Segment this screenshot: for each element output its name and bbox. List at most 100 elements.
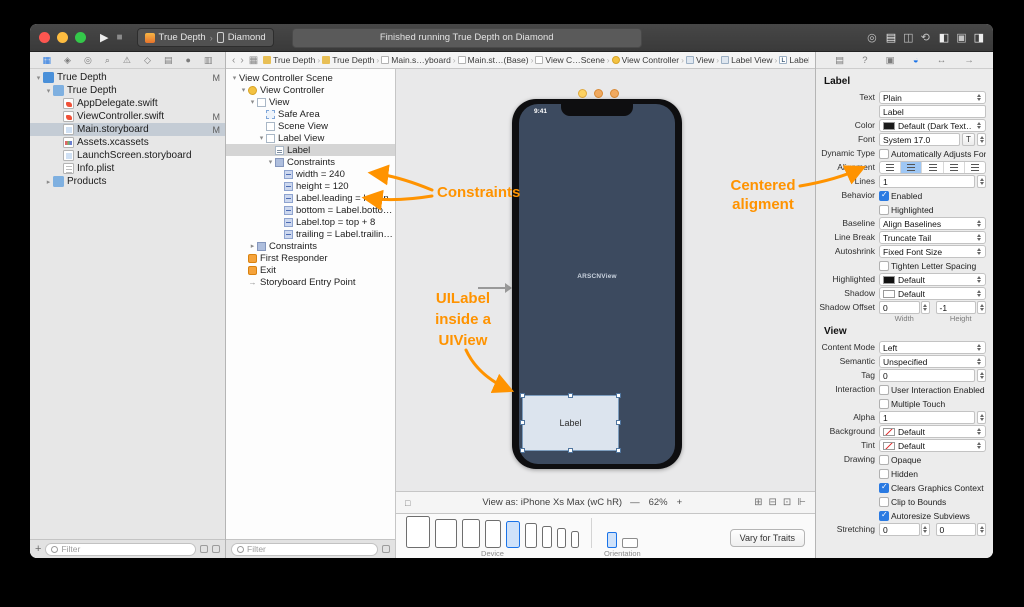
text-field[interactable]: 0 <box>879 369 975 382</box>
canvas-view[interactable]: 9:41 ARSCNView Label <box>396 69 815 491</box>
recent-files-filter-icon[interactable] <box>200 545 208 553</box>
close-window-button[interactable] <box>39 32 50 43</box>
outline-item[interactable]: ▾Constraints <box>226 156 395 168</box>
checkbox[interactable] <box>879 483 889 493</box>
view-as-label[interactable]: View as: iPhone Xs Max (wC hR) <box>482 497 622 508</box>
zoom-in-button[interactable]: + <box>677 497 683 508</box>
view-controller-dock-icon[interactable] <box>578 89 587 98</box>
scheme-selector[interactable]: True Depth › Diamond <box>137 28 274 47</box>
stepper-control[interactable] <box>977 523 986 536</box>
navigator-item[interactable]: ViewController.swiftM <box>30 110 225 123</box>
device-5-icon[interactable] <box>525 523 537 548</box>
navigator-filter-input[interactable]: Filter <box>45 543 196 556</box>
selection-handle[interactable] <box>568 448 573 453</box>
navigator-toggle-icon[interactable]: ◧ <box>939 31 949 44</box>
disclosure-triangle[interactable]: ▾ <box>44 87 53 95</box>
selection-handle[interactable] <box>520 448 525 453</box>
zoom-level[interactable]: 62% <box>649 497 668 508</box>
disclosure-triangle[interactable]: ▸ <box>248 242 257 250</box>
disclosure-triangle[interactable]: ▾ <box>239 86 248 94</box>
navigator-tab-icon[interactable]: ⚠ <box>123 55 131 66</box>
source-control-filter-icon[interactable] <box>212 545 220 553</box>
related-items-icon[interactable]: ▦ <box>249 55 258 66</box>
add-button[interactable]: + <box>35 544 41 554</box>
disclosure-triangle[interactable]: ▾ <box>266 158 275 166</box>
minimize-window-button[interactable] <box>57 32 68 43</box>
selection-handle[interactable] <box>616 393 621 398</box>
checkbox[interactable] <box>879 399 889 409</box>
text-field[interactable]: 1 <box>879 175 975 188</box>
disclosure-triangle[interactable]: ▾ <box>34 74 43 82</box>
navigator-tab-icon[interactable]: ▥ <box>204 55 213 66</box>
view-controller-view[interactable]: 9:41 ARSCNView Label <box>519 104 675 464</box>
navigator-tab-icon[interactable]: ● <box>185 55 190 65</box>
inspector-tab-icon[interactable]: ↔ <box>937 55 947 66</box>
breadcrumb-item[interactable]: View C…Scene <box>535 55 604 65</box>
navigator-tab-icon[interactable]: ◎ <box>84 55 92 66</box>
popup-button[interactable]: Plain <box>879 91 986 104</box>
alignment-segment[interactable] <box>922 162 943 173</box>
disclosure-triangle[interactable]: ▾ <box>230 74 239 82</box>
navigator-item[interactable]: ▾True DepthM <box>30 71 225 84</box>
outline-item[interactable]: ▾View Controller <box>226 84 395 96</box>
device-4-icon[interactable] <box>506 521 520 548</box>
outline-item[interactable]: trailing = Label.trailin… <box>226 228 395 240</box>
landscape-orientation-icon[interactable] <box>622 538 638 548</box>
alignment-segment[interactable] <box>880 162 901 173</box>
device-6-icon[interactable] <box>542 526 552 548</box>
outline-toggle-icon[interactable] <box>382 545 390 553</box>
standard-editor-icon[interactable]: ▤ <box>886 31 896 44</box>
navigator-item[interactable]: Main.storyboardM <box>30 123 225 136</box>
layout-tool-icon[interactable]: ⊞ <box>754 497 762 508</box>
navigator-tab-icon[interactable]: ▦ <box>43 55 52 66</box>
text-field[interactable]: 0 <box>936 523 977 536</box>
selection-handle[interactable] <box>616 448 621 453</box>
outline-filter-input[interactable]: Filter <box>231 543 378 556</box>
selection-handle[interactable] <box>616 420 621 425</box>
selected-label-view[interactable]: Label <box>522 395 619 451</box>
navigator-item[interactable]: LaunchScreen.storyboard <box>30 149 225 162</box>
navigator-item[interactable]: Assets.xcassets <box>30 136 225 149</box>
font-picker-button[interactable]: T <box>962 133 975 146</box>
outline-item[interactable]: Safe Area <box>226 108 395 120</box>
checkbox[interactable] <box>879 261 889 271</box>
text-field[interactable]: Label <box>879 105 986 118</box>
outline-item[interactable]: Label.leading = leadin… <box>226 192 395 204</box>
popup-button[interactable]: Align Baselines <box>879 217 986 230</box>
run-button[interactable]: ▶ <box>100 31 108 44</box>
breadcrumb-item[interactable]: Main.st…(Base) <box>458 55 529 65</box>
disclosure-triangle[interactable]: ▾ <box>248 98 257 106</box>
assistant-editor-icon[interactable]: ◫ <box>903 31 913 44</box>
stepper-control[interactable] <box>977 369 986 382</box>
portrait-orientation-icon[interactable] <box>607 532 617 548</box>
breadcrumb-item[interactable]: LLabel <box>779 55 809 65</box>
stepper-control[interactable] <box>977 411 986 424</box>
navigator-item[interactable]: ▸Products <box>30 175 225 188</box>
navigator-item[interactable]: AppDelegate.swift <box>30 97 225 110</box>
inspector-tab-icon[interactable]: ▣ <box>886 55 895 66</box>
disclosure-triangle[interactable]: ▸ <box>44 178 53 186</box>
first-responder-dock-icon[interactable] <box>594 89 603 98</box>
zoom-out-button[interactable]: — <box>630 497 640 508</box>
text-field[interactable]: 1 <box>879 411 975 424</box>
disclosure-triangle[interactable]: ▾ <box>257 134 266 142</box>
inspector-tab-icon[interactable]: ◒ <box>913 55 919 66</box>
navigator-tab-icon[interactable]: ◈ <box>64 55 71 66</box>
text-field[interactable]: System 17.0 <box>879 133 960 146</box>
popup-button[interactable]: Default <box>879 287 986 300</box>
alignment-segment[interactable] <box>965 162 985 173</box>
text-field[interactable]: 0 <box>879 523 920 536</box>
text-field[interactable]: -1 <box>936 301 977 314</box>
navigator-item[interactable]: ▾True Depth <box>30 84 225 97</box>
activity-icon[interactable]: ◎ <box>867 31 877 44</box>
device-3-icon[interactable] <box>485 520 501 548</box>
outline-item[interactable]: ▾View Controller Scene <box>226 72 395 84</box>
navigator-tab-icon[interactable]: ◇ <box>144 55 151 66</box>
popup-button[interactable]: Default <box>879 425 986 438</box>
selection-handle[interactable] <box>568 393 573 398</box>
popup-button[interactable]: Left <box>879 341 986 354</box>
checkbox[interactable] <box>879 149 889 159</box>
text-field[interactable]: 0 <box>879 301 920 314</box>
debug-area-toggle-icon[interactable]: ▣ <box>956 31 966 44</box>
popup-button[interactable]: Truncate Tail <box>879 231 986 244</box>
